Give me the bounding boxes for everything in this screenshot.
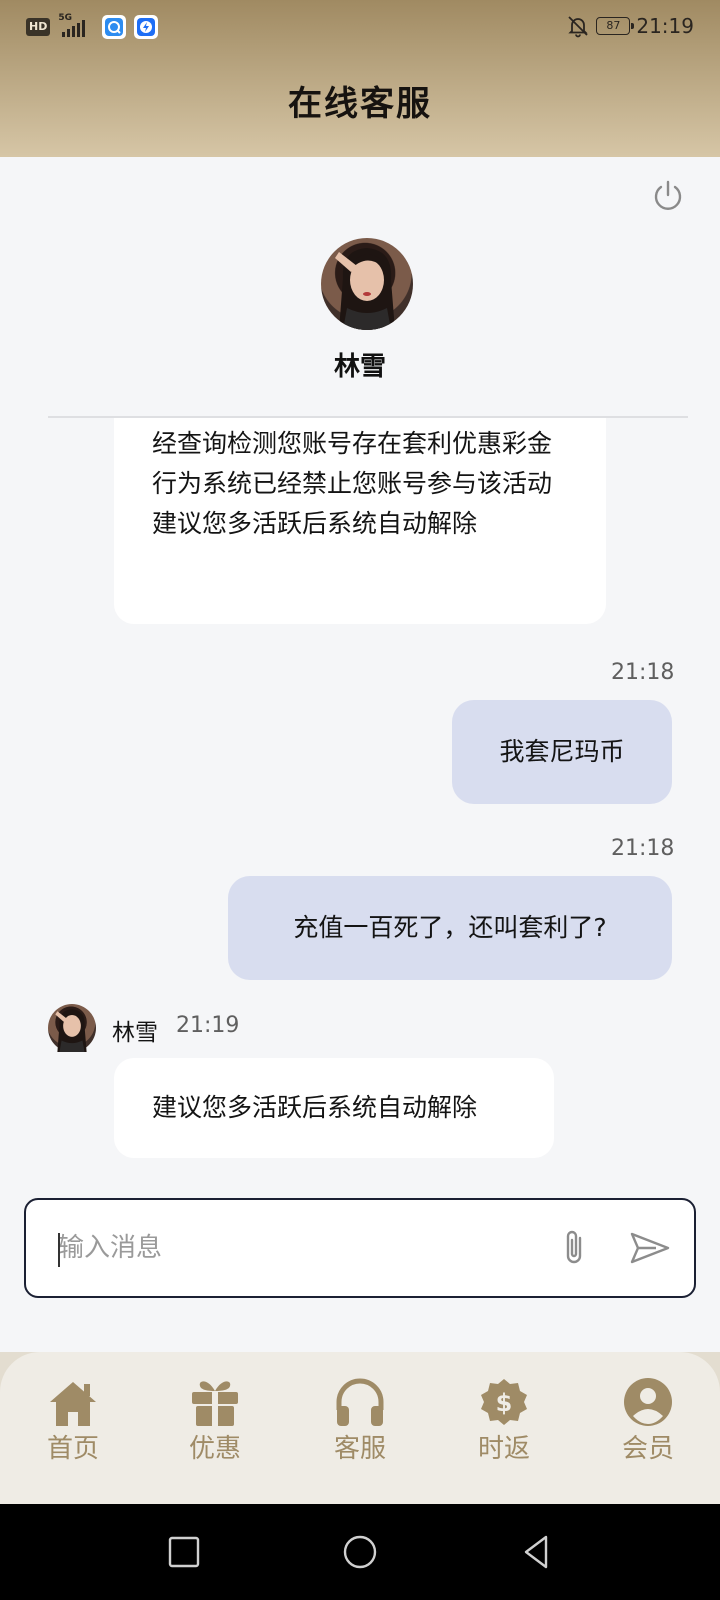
header: HD 5G 87 21:19 在线客服 [0,0,720,157]
nav-label: 优惠 [188,1434,241,1464]
attachment-icon[interactable] [550,1224,598,1272]
text-caret [58,1233,60,1267]
message-bubble-outgoing: 充值一百死了，还叫套利了? [228,876,672,980]
svg-text:$: $ [496,1389,513,1417]
nav-item-home[interactable]: 首页 [18,1376,128,1486]
sender-avatar [48,1004,96,1052]
power-icon[interactable] [650,178,686,214]
nav-label: 会员 [621,1434,674,1464]
cashback-icon: $ [481,1379,527,1425]
message-input[interactable] [58,1222,528,1274]
battery-icon: 87 [596,17,635,35]
back-icon[interactable] [516,1532,556,1572]
message-input-box [24,1198,696,1298]
nav-label: 客服 [333,1434,386,1464]
agent-name: 林雪 [333,352,386,382]
message-text: 充值一百死了，还叫套利了? [293,913,607,942]
status-time: 21:19 [636,14,694,38]
agent-avatar [321,238,413,330]
nav-item-member[interactable]: 会员 [593,1376,703,1486]
status-bar: HD 5G 87 21:19 [0,0,720,56]
nav-label: 首页 [46,1434,99,1464]
bottom-nav: 首页 优惠 客服 $ 时返 会员 [0,1352,720,1504]
nav-label: 时返 [477,1434,530,1464]
message-time: 21:18 [611,660,675,685]
nav-item-offers[interactable]: 优惠 [160,1376,270,1486]
message-bubble-incoming: 经查询检测您账号存在套利优惠彩金行为系统已经禁止您账号参与该活动建议您多活跃后系… [114,418,606,624]
browser-app-icon [102,15,127,39]
message-time: 21:19 [176,1013,240,1038]
recents-icon[interactable] [164,1532,204,1572]
chat-area[interactable]: 经查询检测您账号存在套利优惠彩金行为系统已经禁止您账号参与该活动建议您多活跃后系… [0,418,720,1180]
send-icon[interactable] [626,1224,674,1272]
message-time: 21:18 [611,836,675,861]
mute-bell-icon [568,16,589,38]
message-text: 经查询检测您账号存在套利优惠彩金行为系统已经禁止您账号参与该活动建议您多活跃后系… [152,429,553,538]
sender-name: 林雪 [112,1020,158,1046]
message-text: 建议您多活跃后系统自动解除 [152,1093,478,1122]
page-title: 在线客服 [288,84,432,124]
hd-badge: HD [26,18,51,36]
message-bubble-outgoing: 我套尼玛币 [452,700,672,804]
message-bubble-incoming: 建议您多活跃后系统自动解除 [114,1058,554,1158]
headset-icon [336,1378,384,1426]
nav-item-cashback[interactable]: $ 时返 [449,1376,559,1486]
system-nav-bar [0,1504,720,1600]
signal-icon: 5G [58,13,94,39]
gift-icon [192,1381,238,1426]
boost-app-icon [134,15,159,39]
home-icon [50,1382,96,1426]
member-icon [624,1378,672,1426]
message-text: 我套尼玛币 [499,737,625,766]
nav-item-service[interactable]: 客服 [305,1376,415,1486]
home-circle-icon[interactable] [340,1532,380,1572]
